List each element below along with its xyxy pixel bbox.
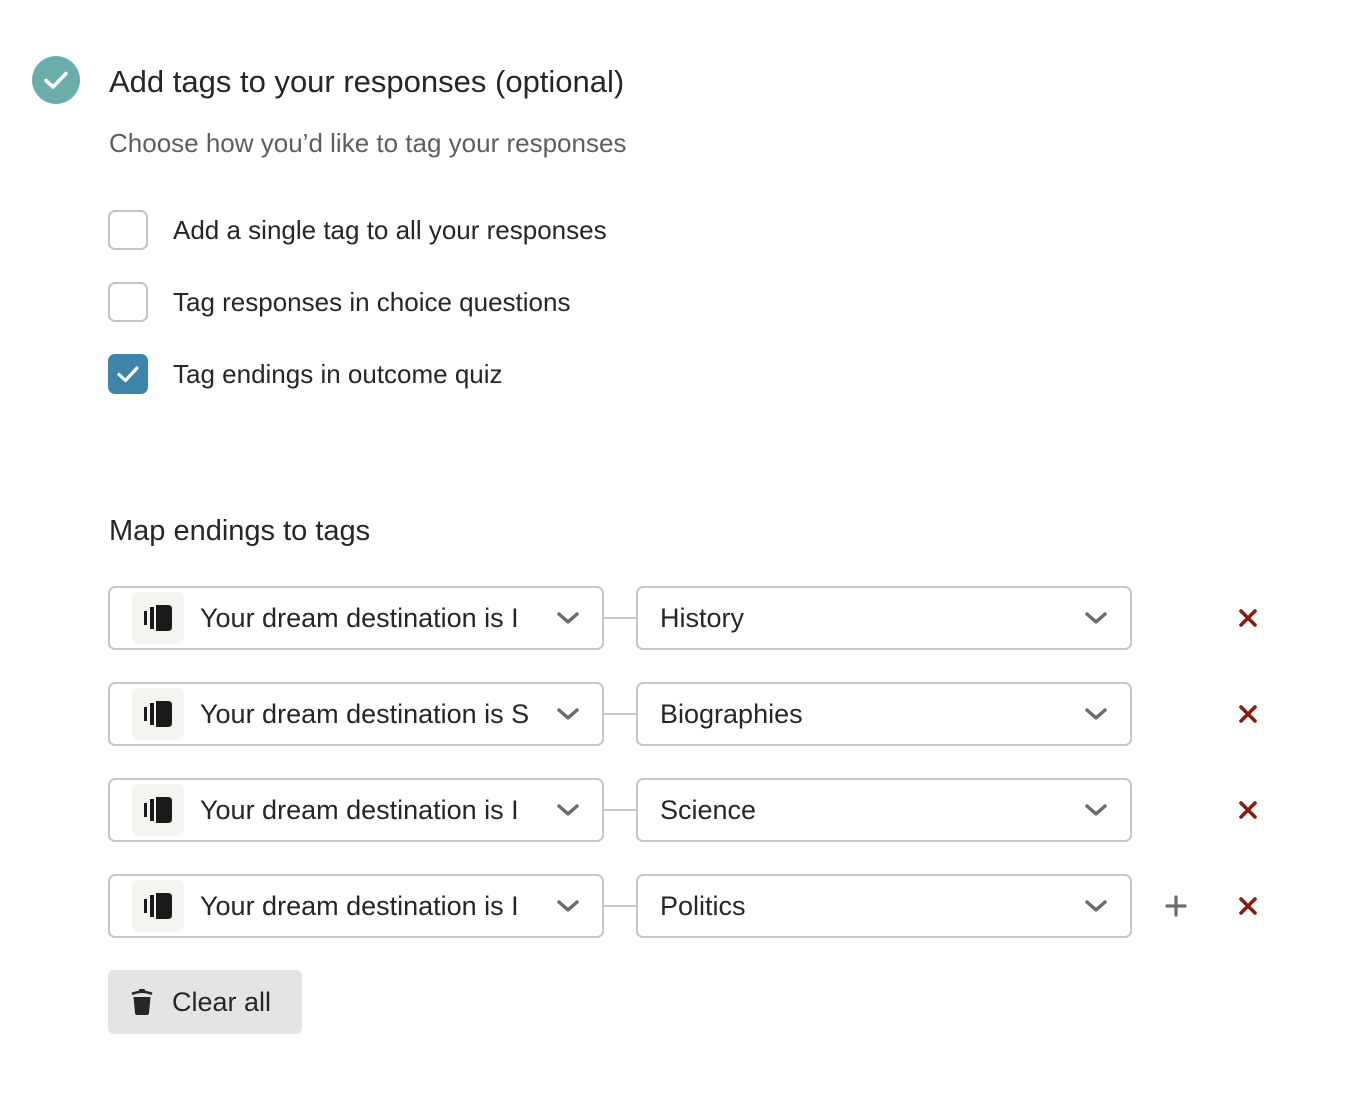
chevron-down-icon	[1084, 707, 1108, 721]
clear-all-button[interactable]: Clear all	[108, 970, 302, 1034]
checkmark-icon	[117, 366, 139, 383]
tag-dropdown[interactable]: Politics	[636, 874, 1132, 938]
ending-value: Your dream destination is S	[200, 699, 530, 729]
option-label: Add a single tag to all your responses	[173, 215, 607, 245]
chevron-down-icon	[556, 611, 580, 625]
ending-value: Your dream destination is I	[200, 891, 519, 921]
close-icon	[1239, 801, 1257, 819]
mapping-row: Your dream destination is S Biographies	[108, 682, 1278, 746]
connector-line	[604, 713, 636, 715]
clear-all-label: Clear all	[172, 987, 272, 1017]
step-complete-check-icon	[32, 56, 80, 104]
ending-screen-icon	[132, 784, 184, 836]
close-icon	[1239, 705, 1257, 723]
remove-row-button[interactable]	[1234, 892, 1262, 920]
trash-icon	[130, 988, 154, 1016]
remove-row-button[interactable]	[1234, 700, 1262, 728]
add-row-button[interactable]	[1162, 892, 1190, 920]
remove-row-button[interactable]	[1234, 604, 1262, 632]
option-label: Tag endings in outcome quiz	[173, 359, 503, 389]
connector-line	[604, 617, 636, 619]
option-single-tag[interactable]: Add a single tag to all your responses	[108, 210, 607, 250]
ending-screen-icon	[132, 592, 184, 644]
single-tag-checkbox[interactable]	[108, 210, 148, 250]
option-choice-questions[interactable]: Tag responses in choice questions	[108, 282, 570, 322]
option-label: Tag responses in choice questions	[173, 287, 571, 317]
plus-icon	[1165, 895, 1187, 917]
mapping-row: Your dream destination is I History	[108, 586, 1278, 650]
outcome-quiz-checkbox[interactable]	[108, 354, 148, 394]
ending-value: Your dream destination is I	[200, 795, 519, 825]
ending-dropdown[interactable]: Your dream destination is I	[108, 586, 604, 650]
remove-row-button[interactable]	[1234, 796, 1262, 824]
ending-dropdown[interactable]: Your dream destination is I	[108, 778, 604, 842]
tag-value: Politics	[660, 891, 746, 921]
chevron-down-icon	[1084, 803, 1108, 817]
tag-value: Biographies	[660, 699, 803, 729]
close-icon	[1239, 897, 1257, 915]
ending-screen-icon	[132, 688, 184, 740]
option-outcome-quiz[interactable]: Tag endings in outcome quiz	[108, 354, 503, 394]
close-icon	[1239, 609, 1257, 627]
mapping-row: Your dream destination is I Politics	[108, 874, 1278, 938]
section-heading: Add tags to your responses (optional)	[109, 64, 625, 99]
ending-value: Your dream destination is I	[200, 603, 519, 633]
choice-questions-checkbox[interactable]	[108, 282, 148, 322]
chevron-down-icon	[1084, 611, 1108, 625]
tag-value: History	[660, 603, 745, 633]
connector-line	[604, 905, 636, 907]
ending-screen-icon	[132, 880, 184, 932]
mapping-row: Your dream destination is I Science	[108, 778, 1278, 842]
chevron-down-icon	[556, 899, 580, 913]
ending-dropdown[interactable]: Your dream destination is S	[108, 682, 604, 746]
tag-value: Science	[660, 795, 757, 825]
tag-dropdown[interactable]: Science	[636, 778, 1132, 842]
chevron-down-icon	[556, 803, 580, 817]
mapping-heading: Map endings to tags	[109, 515, 371, 547]
section-description: Choose how you’d like to tag your respon…	[109, 128, 627, 158]
tag-dropdown[interactable]: Biographies	[636, 682, 1132, 746]
ending-dropdown[interactable]: Your dream destination is I	[108, 874, 604, 938]
chevron-down-icon	[556, 707, 580, 721]
connector-line	[604, 809, 636, 811]
tag-dropdown[interactable]: History	[636, 586, 1132, 650]
chevron-down-icon	[1084, 899, 1108, 913]
